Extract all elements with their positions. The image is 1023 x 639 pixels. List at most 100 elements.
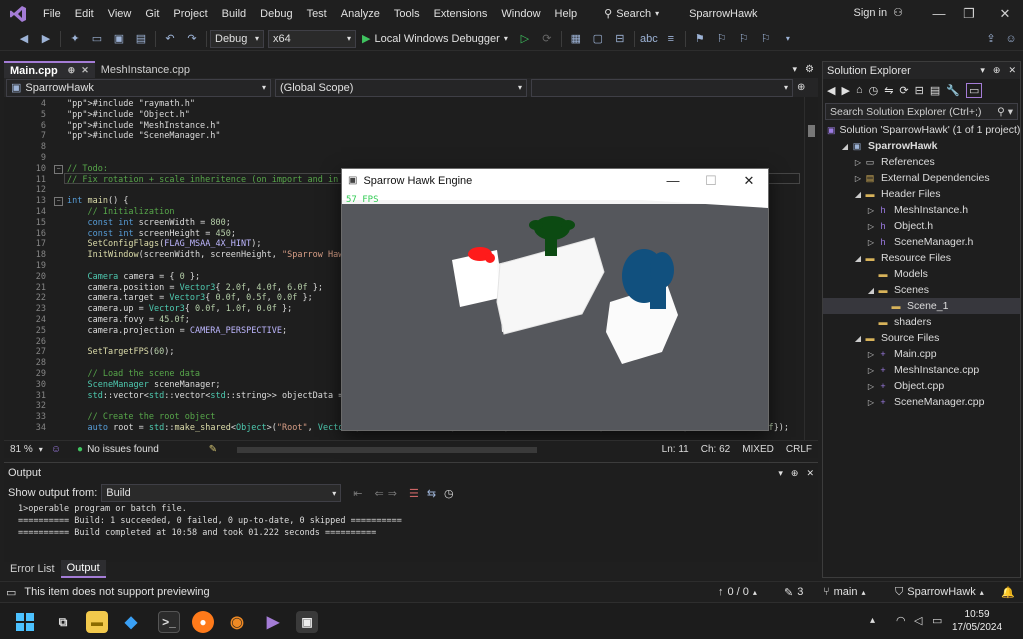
firefox-icon[interactable]: ● (192, 611, 214, 633)
redo-icon[interactable]: ↷ (184, 31, 200, 47)
pin-icon[interactable]: ⊕ (791, 468, 799, 479)
device-icon[interactable]: ▢ (590, 31, 606, 47)
menu-item-git[interactable]: Git (138, 8, 166, 20)
terminal-icon[interactable]: >_ (158, 611, 180, 633)
hot-reload-icon[interactable]: ⟳ (539, 31, 555, 47)
home-icon[interactable]: ⌂ (856, 84, 863, 96)
next-message-icon[interactable]: ⇒ (388, 487, 397, 500)
git-changes-indicator[interactable]: ↑ 0 / 0 ▴ (718, 586, 757, 598)
tree-item-scenes[interactable]: ◢ ▬ Scenes (823, 282, 1020, 298)
visual-studio-logo-icon[interactable] (8, 5, 28, 23)
back-icon[interactable]: ◀ (16, 31, 32, 47)
close-button[interactable]: ✕ (988, 0, 1022, 27)
visual-studio-icon[interactable]: ▶ (262, 611, 284, 633)
expand-caret-icon[interactable]: ◢ (853, 334, 863, 343)
comment-icon[interactable]: ≡ (663, 31, 679, 47)
menu-item-analyze[interactable]: Analyze (334, 8, 387, 20)
tree-item-models[interactable]: ▬ Models (823, 266, 1020, 282)
indent-indicator[interactable]: MIXED (736, 444, 780, 455)
windows-start-icon[interactable] (14, 611, 36, 633)
panel-dropdown-icon[interactable]: ▾ (778, 468, 783, 479)
tab-error-list[interactable]: Error List (4, 561, 61, 577)
wifi-icon[interactable]: ◠ (896, 614, 906, 627)
scrollbar-thumb[interactable] (808, 125, 815, 137)
tree-item-scenemanager-cpp[interactable]: ▷ + SceneManager.cpp (823, 394, 1020, 410)
spell-check-icon[interactable]: abc (640, 31, 658, 47)
maximize-button[interactable]: ❐ (952, 0, 986, 27)
battery-icon[interactable]: ▭ (932, 614, 942, 627)
char-indicator[interactable]: Ch: 62 (695, 444, 736, 455)
repo-indicator[interactable]: ⛉ SparrowHawk ▴ (895, 586, 984, 599)
fold-toggle-icon[interactable]: − (54, 164, 63, 174)
search-box[interactable]: ⚲ Search ▾ (598, 7, 665, 21)
menu-item-file[interactable]: File (36, 8, 68, 20)
menu-item-window[interactable]: Window (494, 8, 547, 20)
tree-item-header-files[interactable]: ◢ ▬ Header Files (823, 186, 1020, 202)
tab-dropdown-icon[interactable]: ▾ (793, 64, 798, 75)
expand-caret-icon[interactable]: ▷ (866, 222, 876, 231)
open-file-icon[interactable]: ▭ (89, 31, 105, 47)
tree-item-shaders[interactable]: ▬ shaders (823, 314, 1020, 330)
expand-caret-icon[interactable]: ▷ (853, 174, 863, 183)
expand-caret-icon[interactable]: ▷ (866, 206, 876, 215)
tree-item-external-dependencies[interactable]: ▷ ▤ External Dependencies (823, 170, 1020, 186)
menu-item-edit[interactable]: Edit (68, 8, 101, 20)
minimize-button[interactable]: — (922, 0, 956, 27)
eol-indicator[interactable]: CRLF (780, 444, 818, 455)
clock[interactable]: 10:59 17/05/2024 (952, 608, 1002, 634)
save-icon[interactable]: ▣ (111, 31, 127, 47)
expand-caret-icon[interactable]: ▷ (853, 158, 863, 167)
split-icon[interactable]: ⊕ (797, 82, 805, 93)
game-window[interactable]: ▣ Sparrow Hawk Engine — ☐ ✕ 57 FPS (341, 168, 769, 431)
bookmark-clear-icon[interactable]: ⚐ (758, 31, 774, 47)
expand-caret-icon[interactable]: ▷ (866, 366, 876, 375)
undo-icon[interactable]: ↶ (162, 31, 178, 47)
live-share-icon[interactable]: ⇪ (983, 31, 999, 47)
panel-dropdown-icon[interactable]: ▾ (980, 65, 985, 76)
tree-item-scenemanager-h[interactable]: ▷ h SceneManager.h (823, 234, 1020, 250)
new-project-icon[interactable]: ✦ (67, 31, 83, 47)
tree-item-meshinstance-h[interactable]: ▷ h MeshInstance.h (823, 202, 1020, 218)
fold-toggle-icon[interactable]: − (54, 197, 63, 207)
editor-scrollbar[interactable] (804, 97, 818, 440)
configuration-dropdown[interactable]: Debug ▾ (210, 29, 264, 48)
bookmark-icon[interactable]: ⚑ (692, 31, 708, 47)
tree-item-sparrowhawk[interactable]: ◢ ▣ SparrowHawk (823, 138, 1020, 154)
expand-caret-icon[interactable]: ◢ (853, 190, 863, 199)
solution-search-input[interactable]: Search Solution Explorer (Ctrl+;) ⚲ ▾ (825, 103, 1018, 120)
close-icon[interactable]: ✕ (1008, 65, 1016, 76)
forward-icon[interactable]: ▶ (38, 31, 54, 47)
tab-meshinstance-cpp[interactable]: MeshInstance.cpp (95, 61, 196, 78)
game-minimize-button[interactable]: — (654, 169, 692, 192)
tray-overflow-icon[interactable]: ▴ (870, 615, 875, 626)
clock-icon[interactable]: ◷ (444, 487, 454, 500)
game-window-titlebar[interactable]: ▣ Sparrow Hawk Engine — ☐ ✕ (342, 169, 768, 192)
expand-caret-icon[interactable]: ◢ (853, 254, 863, 263)
tree-item-solution-sparrowhawk-1-of-1-project[interactable]: ▣ Solution 'SparrowHawk' (1 of 1 project) (823, 122, 1020, 138)
expand-caret-icon[interactable]: ▷ (866, 238, 876, 247)
bookmark-prev-icon[interactable]: ⚐ (714, 31, 730, 47)
feedback-icon[interactable]: ☺ (1003, 31, 1019, 47)
bookmark-next-icon[interactable]: ⚐ (736, 31, 752, 47)
game-maximize-button[interactable]: ☐ (692, 169, 730, 192)
sparrow-hawk-engine-icon[interactable]: ▣ (296, 611, 318, 633)
tree-item-object-cpp[interactable]: ▷ + Object.cpp (823, 378, 1020, 394)
file-explorer-icon[interactable]: ▬ (86, 611, 108, 633)
back-icon[interactable]: ◀ (827, 84, 835, 97)
game-close-button[interactable]: ✕ (730, 169, 768, 192)
menu-item-build[interactable]: Build (215, 8, 253, 20)
notifications-icon[interactable]: 🔔 (1001, 586, 1015, 599)
tree-item-references[interactable]: ▷ ▭ References (823, 154, 1020, 170)
chevron-down-icon[interactable]: ▾ (39, 445, 43, 454)
menu-item-extensions[interactable]: Extensions (427, 8, 495, 20)
prev-message-icon[interactable]: ⇐ (375, 487, 384, 500)
line-indicator[interactable]: Ln: 11 (656, 444, 695, 455)
expand-caret-icon[interactable]: ◢ (840, 142, 850, 151)
expand-caret-icon[interactable]: ▷ (866, 398, 876, 407)
tree-item-meshinstance-cpp[interactable]: ▷ + MeshInstance.cpp (823, 362, 1020, 378)
tree-item-scene-1[interactable]: ▬ Scene_1 (823, 298, 1020, 314)
tab-output[interactable]: Output (60, 559, 106, 578)
solution-configurations-icon[interactable]: ▦ (568, 31, 584, 47)
hscroll[interactable] (237, 446, 538, 453)
expand-caret-icon[interactable]: ◢ (866, 286, 876, 295)
